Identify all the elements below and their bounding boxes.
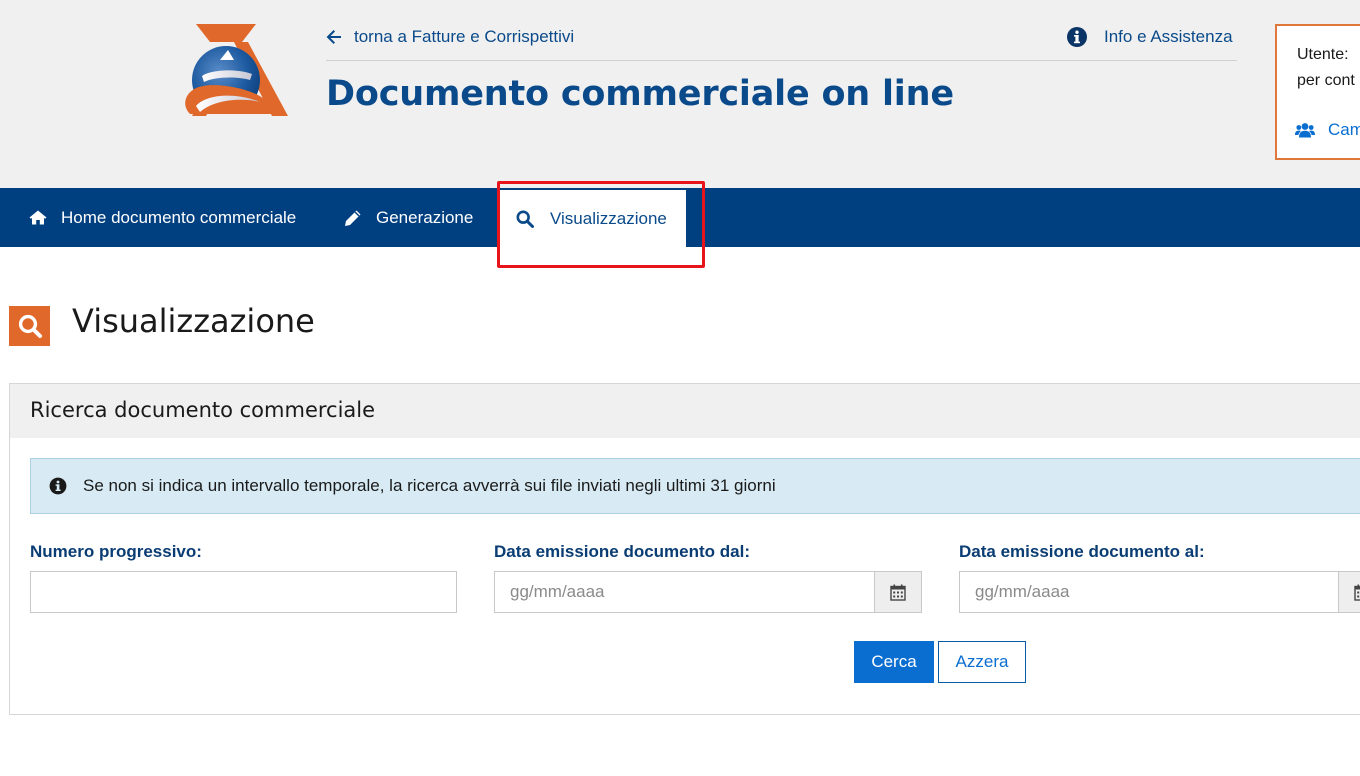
nav-item-home-label: Home documento commerciale <box>61 207 297 227</box>
data-dal-calendar-button[interactable] <box>874 571 922 613</box>
info-link-label: Info e Assistenza <box>1104 27 1233 46</box>
info-circle-icon <box>49 477 67 495</box>
home-icon <box>29 210 47 225</box>
calendar-icon <box>890 584 906 601</box>
search-panel-title: Ricerca documento commerciale <box>30 398 376 422</box>
info-circle-icon <box>1067 27 1087 47</box>
data-al-calendar-button[interactable] <box>1338 571 1360 613</box>
header: torna a Fatture e Corrispettivi Info e A… <box>0 0 1360 188</box>
change-user-label: Cam <box>1328 120 1360 139</box>
search-icon <box>516 209 534 228</box>
arrow-left-icon <box>326 30 341 44</box>
data-al-label: Data emissione documento al: <box>959 542 1205 561</box>
header-divider <box>326 60 1237 61</box>
nav-item-home[interactable]: Home documento commerciale <box>29 188 296 247</box>
page-search-icon <box>9 306 50 346</box>
data-dal-label: Data emissione documento dal: <box>494 542 750 561</box>
agenzia-entrate-logo[interactable] <box>176 20 292 124</box>
change-user-link[interactable]: Cam <box>1295 120 1360 140</box>
page-title: Visualizzazione <box>72 302 315 340</box>
data-dal-input[interactable] <box>494 571 876 613</box>
numero-progressivo-input[interactable] <box>30 571 457 613</box>
app-title: Documento commerciale on line <box>326 74 954 114</box>
pencil-icon <box>345 210 361 226</box>
user-context-label: per cont <box>1297 72 1355 89</box>
search-panel: Ricerca documento commerciale Se non si … <box>9 383 1360 715</box>
calendar-icon <box>1354 584 1360 601</box>
nav-item-visualizzazione[interactable]: Visualizzazione <box>497 190 686 247</box>
info-alert-text: Se non si indica un intervallo temporale… <box>83 476 776 495</box>
cerca-button[interactable]: Cerca <box>854 641 934 683</box>
azzera-button[interactable]: Azzera <box>938 641 1026 683</box>
numero-progressivo-label: Numero progressivo: <box>30 542 202 561</box>
nav-item-visualizzazione-label: Visualizzazione <box>550 208 667 228</box>
main-navbar: Home documento commerciale Generazione V… <box>0 188 1360 247</box>
search-panel-header: Ricerca documento commerciale <box>10 384 1360 438</box>
back-to-fatture-link[interactable]: torna a Fatture e Corrispettivi <box>326 26 574 48</box>
info-assistenza-link[interactable]: Info e Assistenza <box>1066 25 1233 49</box>
nav-item-generazione[interactable]: Generazione <box>344 188 473 247</box>
user-label: Utente: <box>1297 46 1349 63</box>
nav-item-generazione-label: Generazione <box>376 207 474 227</box>
info-alert: Se non si indica un intervallo temporale… <box>30 458 1360 514</box>
users-icon <box>1295 122 1315 137</box>
data-al-input[interactable] <box>959 571 1341 613</box>
user-box: Utente: per cont Cam <box>1275 24 1360 160</box>
back-link-label: torna a Fatture e Corrispettivi <box>354 27 575 46</box>
